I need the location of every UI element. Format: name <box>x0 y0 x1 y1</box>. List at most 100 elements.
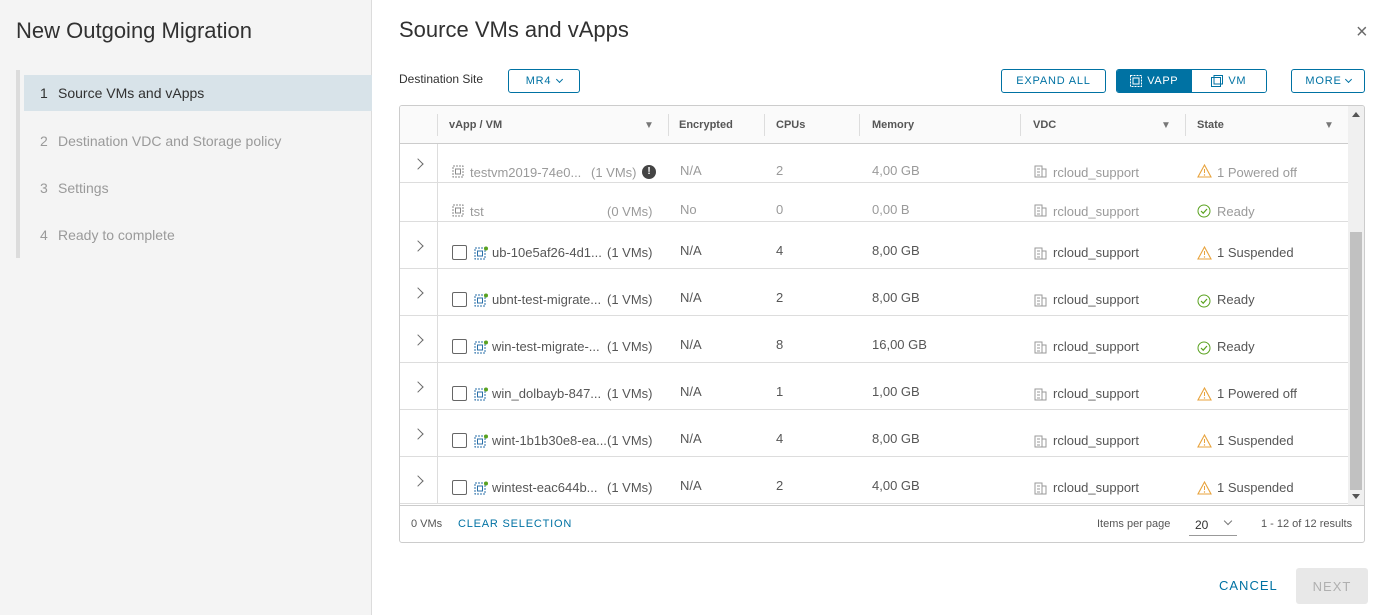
column-separator[interactable] <box>1020 114 1021 136</box>
table-row[interactable]: win_dolbayb-847... (1 VMs) N/A 1 1,00 GB rcl… <box>400 363 1348 410</box>
vapp-icon <box>1130 75 1143 87</box>
expand-row-chevron-icon[interactable] <box>414 160 422 168</box>
vapp-name[interactable]: win_dolbayb-847... <box>492 386 601 401</box>
building-icon <box>1034 294 1047 307</box>
encrypted-value: N/A <box>680 384 702 399</box>
table-row[interactable]: win-test-migrate-... (1 VMs) N/A 8 16,00 GB … <box>400 316 1348 363</box>
vapp-toggle-button[interactable]: VAPP <box>1117 70 1192 92</box>
next-button[interactable]: NEXT <box>1296 568 1368 604</box>
wizard-step-2[interactable]: 2 Destination VDC and Storage policy <box>20 117 372 164</box>
column-header-vapp-vm[interactable]: vApp / VM <box>438 106 502 144</box>
wizard-step-3[interactable]: 3 Settings <box>20 164 372 211</box>
scrollbar-thumb[interactable] <box>1350 232 1362 490</box>
row-separator <box>437 269 438 316</box>
state-value: Ready <box>1217 204 1255 219</box>
vapp-name[interactable]: wint-1b1b30e8-ea... <box>492 433 607 448</box>
scroll-up-arrow-icon[interactable] <box>1352 112 1360 117</box>
building-icon <box>1034 165 1047 178</box>
cancel-button[interactable]: CANCEL <box>1219 578 1278 593</box>
row-checkbox[interactable] <box>452 245 467 260</box>
column-separator <box>437 114 438 136</box>
pagination-results: 1 - 12 of 12 results <box>1261 518 1353 530</box>
column-header-encrypted[interactable]: Encrypted <box>668 106 733 144</box>
vdc-value[interactable]: rcloud_support <box>1053 339 1139 354</box>
vm-count: (1 VMs) <box>591 165 637 180</box>
vapp-name[interactable]: win-test-migrate-... <box>492 339 600 354</box>
cpus-value: 1 <box>776 384 784 399</box>
wizard-step-4[interactable]: 4 Ready to complete <box>20 211 372 258</box>
filter-icon[interactable]: ▼ <box>644 120 654 131</box>
vdc-value[interactable]: rcloud_support <box>1053 165 1139 180</box>
column-separator[interactable] <box>859 114 860 136</box>
wizard-step-1[interactable]: 1 Source VMs and vApps <box>24 75 372 111</box>
column-header-vdc[interactable]: VDC <box>1022 106 1056 144</box>
row-checkbox[interactable] <box>452 339 467 354</box>
alert-icon[interactable]: ! <box>642 165 656 179</box>
expand-row-chevron-icon[interactable] <box>414 383 422 391</box>
warning-icon <box>1197 481 1212 495</box>
expand-row-chevron-icon[interactable] <box>414 477 422 485</box>
expand-row-chevron-icon[interactable] <box>414 430 422 438</box>
building-icon <box>1034 388 1047 401</box>
vapp-name[interactable]: testvm2019-74e0... <box>470 165 581 180</box>
vapp-icon <box>452 204 464 217</box>
table-row[interactable]: tst (0 VMs) No 0 0,00 B rcloud_support Ready <box>400 183 1348 222</box>
items-per-page-select[interactable]: 20 <box>1189 514 1237 536</box>
vdc-value[interactable]: rcloud_support <box>1053 204 1139 219</box>
close-icon[interactable]: × <box>1356 22 1374 42</box>
table-row[interactable]: ub-10e5af26-4d1... (1 VMs) N/A 4 8,00 GB rcl… <box>400 222 1348 269</box>
row-separator <box>437 363 438 410</box>
expand-row-chevron-icon[interactable] <box>414 242 422 250</box>
vapp-icon <box>474 481 488 495</box>
column-header-memory[interactable]: Memory <box>861 106 914 144</box>
vdc-value[interactable]: rcloud_support <box>1053 480 1139 495</box>
cpus-value: 4 <box>776 431 784 446</box>
column-header-state[interactable]: State <box>1186 106 1224 144</box>
items-per-page-value: 20 <box>1195 518 1209 532</box>
items-per-page-label: Items per page <box>1097 518 1171 530</box>
wizard-sidebar: New Outgoing Migration 1 Source VMs and … <box>0 0 372 615</box>
vdc-value[interactable]: rcloud_support <box>1053 245 1139 260</box>
row-separator <box>437 410 438 457</box>
grid-footer: 0 VMs CLEAR SELECTION Items per page 20 … <box>400 505 1364 542</box>
row-checkbox[interactable] <box>452 480 467 495</box>
encrypted-value: N/A <box>680 243 702 258</box>
vapp-icon <box>474 387 488 401</box>
vapp-name[interactable]: tst <box>470 204 484 219</box>
table-row[interactable]: wint-1b1b30e8-ea... (1 VMs) N/A 4 8,00 GB rc… <box>400 410 1348 457</box>
vdc-value[interactable]: rcloud_support <box>1053 433 1139 448</box>
grid-scrollbar[interactable] <box>1348 106 1364 505</box>
clear-selection-button[interactable]: CLEAR SELECTION <box>458 518 572 530</box>
step-label: Settings <box>58 179 109 196</box>
chevron-down-icon <box>1223 516 1233 526</box>
vapp-icon <box>452 165 464 178</box>
expand-row-chevron-icon[interactable] <box>414 289 422 297</box>
column-header-cpus[interactable]: CPUs <box>765 106 805 144</box>
expand-row-chevron-icon[interactable] <box>414 336 422 344</box>
scroll-down-arrow-icon[interactable] <box>1352 494 1360 499</box>
vapp-name[interactable]: ubnt-test-migrate... <box>492 292 601 307</box>
cpus-value: 8 <box>776 337 784 352</box>
expand-all-button[interactable]: EXPAND ALL <box>1001 69 1106 93</box>
state-value: 1 Suspended <box>1217 433 1294 448</box>
vdc-value[interactable]: rcloud_support <box>1053 292 1139 307</box>
state-value: Ready <box>1217 339 1255 354</box>
destination-site-value: MR4 <box>525 75 552 87</box>
vm-toggle-button[interactable]: VM <box>1191 70 1266 92</box>
table-row[interactable]: ubnt-test-migrate... (1 VMs) N/A 2 8,00 GB r… <box>400 269 1348 316</box>
filter-icon[interactable]: ▼ <box>1161 120 1171 131</box>
row-checkbox[interactable] <box>452 386 467 401</box>
more-dropdown[interactable]: MORE <box>1291 69 1365 93</box>
filter-icon[interactable]: ▼ <box>1324 120 1334 131</box>
selected-count: 0 VMs <box>411 518 443 530</box>
row-checkbox[interactable] <box>452 292 467 307</box>
vdc-value[interactable]: rcloud_support <box>1053 386 1139 401</box>
destination-site-dropdown[interactable]: MR4 <box>508 69 580 93</box>
vapp-name[interactable]: wintest-eac644b... <box>492 480 598 495</box>
memory-value: 8,00 GB <box>872 243 920 258</box>
table-row[interactable]: wintest-eac644b... (1 VMs) N/A 2 4,00 GB rcl… <box>400 457 1348 504</box>
row-checkbox[interactable] <box>452 433 467 448</box>
table-row[interactable]: testvm2019-74e0... (1 VMs)! N/A 2 4,00 GB rc… <box>400 144 1348 183</box>
vm-label: VM <box>1228 75 1247 87</box>
vapp-name[interactable]: ub-10e5af26-4d1... <box>492 245 602 260</box>
